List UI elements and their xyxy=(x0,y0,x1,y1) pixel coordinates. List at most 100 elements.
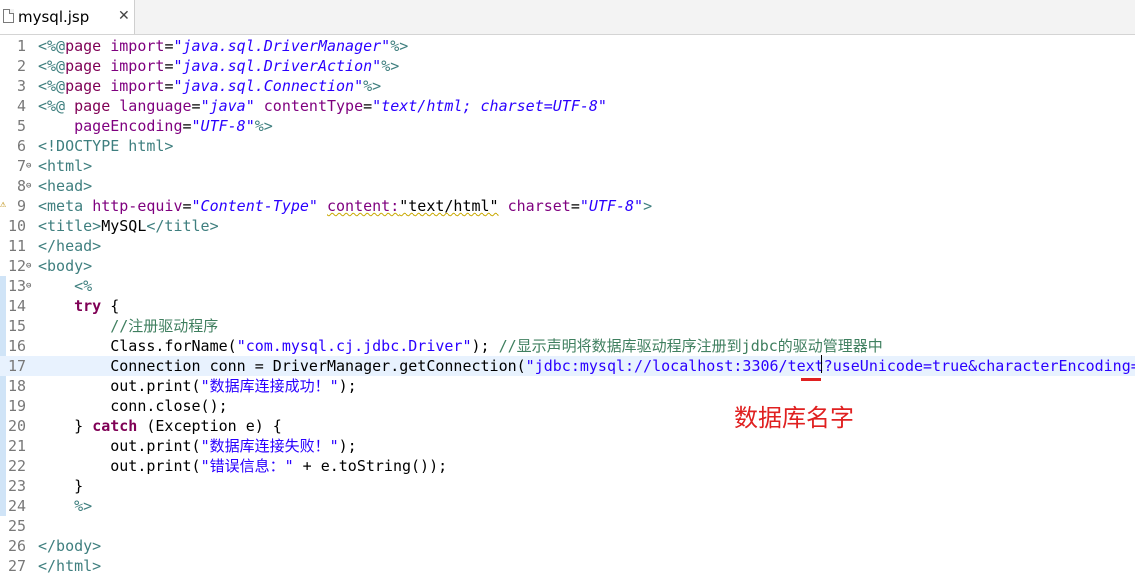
code-editor[interactable]: 1 <%@page import="java.sql.DriverManager"… xyxy=(0,34,1135,586)
code-line[interactable]: 13 ⊖ <% xyxy=(0,276,1135,296)
code-token: <%@ xyxy=(38,37,66,55)
code-token: //注册驱动程序 xyxy=(110,317,219,335)
code-text: Class.forName("com.mysql.cj.jdbc.Driver"… xyxy=(38,336,883,356)
code-line[interactable]: 25 xyxy=(0,516,1135,536)
code-text: out.print("错误信息：" + e.toString()); xyxy=(38,456,447,476)
code-token: <%@ xyxy=(38,77,66,95)
tab-mysql-jsp[interactable]: mysql.jsp ✕ xyxy=(0,0,135,34)
code-token: ); xyxy=(471,337,499,355)
text-caret xyxy=(821,355,822,373)
code-text: try { xyxy=(38,296,119,316)
code-token: page xyxy=(65,37,102,55)
code-token: out.print( xyxy=(38,457,201,475)
code-line[interactable]: 10 <title>MySQL</title> xyxy=(0,216,1135,236)
code-line[interactable]: 4 <%@ page language="java" contentType="t… xyxy=(0,96,1135,116)
code-text: <head> xyxy=(38,176,92,196)
code-token: out.print( xyxy=(38,437,201,455)
line-number: 22 xyxy=(7,457,26,475)
code-line[interactable]: 22 out.print("错误信息：" + e.toString()); xyxy=(0,456,1135,476)
code-token: import xyxy=(110,77,165,95)
code-line[interactable]: 14 try { xyxy=(0,296,1135,316)
code-token: import xyxy=(110,57,165,75)
code-token: } xyxy=(38,477,84,495)
code-token: </title> xyxy=(146,217,219,235)
line-number: 7 xyxy=(16,157,26,175)
code-text: </html> xyxy=(38,556,101,576)
code-line[interactable]: 23 } xyxy=(0,476,1135,496)
line-number: 1 xyxy=(16,37,26,55)
code-token: %> xyxy=(254,117,273,135)
code-line[interactable]: 16 Class.forName("com.mysql.cj.jdbc.Driv… xyxy=(0,336,1135,356)
code-line[interactable]: 19 conn.close(); xyxy=(0,396,1135,416)
code-line[interactable]: 27 </html> xyxy=(0,556,1135,576)
code-line[interactable]: 9 ⚠ <meta http-equiv="Content-Type" conten… xyxy=(0,196,1135,216)
code-token: <% xyxy=(74,277,93,295)
code-line[interactable]: 8 ⊖ <head> xyxy=(0,176,1135,196)
code-token: <%@ xyxy=(38,97,66,115)
code-text: <html> xyxy=(38,156,92,176)
fold-toggle-icon[interactable]: ⊖ xyxy=(26,281,31,291)
code-line[interactable]: 1 <%@page import="java.sql.DriverManager"… xyxy=(0,36,1135,56)
code-token: %> xyxy=(363,77,382,95)
warning-icon: ⚠ xyxy=(0,199,7,210)
code-token: = xyxy=(570,197,580,215)
code-token: "数据库连接成功！" xyxy=(200,377,339,395)
code-token: = xyxy=(191,97,201,115)
close-icon[interactable]: ✕ xyxy=(118,8,130,24)
code-line[interactable]: 12 ⊖ <body> xyxy=(0,256,1135,276)
fold-toggle-icon[interactable]: ⊖ xyxy=(26,261,31,271)
line-number: 17 xyxy=(7,357,26,375)
code-token: catch xyxy=(92,417,138,435)
code-line[interactable]: 18 out.print("数据库连接成功！"); xyxy=(0,376,1135,396)
line-number: 16 xyxy=(7,337,26,355)
code-token: = xyxy=(182,197,192,215)
code-token: <head> xyxy=(38,177,93,195)
code-token: "java" xyxy=(200,97,255,115)
code-token: %> xyxy=(390,37,409,55)
code-token: //显示声明将数据库驱动程序注册到jdbc的驱动管理器中 xyxy=(498,337,883,355)
code-token: > xyxy=(643,197,653,215)
line-number: 13 xyxy=(7,277,26,295)
code-line[interactable]: 2 <%@page import="java.sql.DriverAction"%… xyxy=(0,56,1135,76)
code-line[interactable]: 3 <%@page import="java.sql.Connection"%> xyxy=(0,76,1135,96)
line-number: 14 xyxy=(7,297,26,315)
line-number: 21 xyxy=(7,437,26,455)
code-text: out.print("数据库连接失败！"); xyxy=(38,436,356,456)
code-text: } catch (Exception e) { xyxy=(38,416,282,436)
fold-toggle-icon[interactable]: ⊖ xyxy=(26,181,31,191)
fold-toggle-icon[interactable]: ⊖ xyxy=(26,161,31,171)
code-text: Connection conn = DriverManager.getConne… xyxy=(38,356,1135,376)
code-token: <meta xyxy=(38,197,84,215)
code-text: <!DOCTYPE html> xyxy=(38,136,173,156)
code-token: "错误信息：" xyxy=(200,457,294,475)
code-line[interactable]: 20 } catch (Exception e) { xyxy=(0,416,1135,436)
code-text: //注册驱动程序 xyxy=(38,316,218,336)
code-line[interactable]: 24 %> xyxy=(0,496,1135,516)
code-text: conn.close(); xyxy=(38,396,227,416)
code-line[interactable]: 5 pageEncoding="UTF-8"%> xyxy=(0,116,1135,136)
code-token: "text/html; charset=UTF-8" xyxy=(372,97,607,115)
code-token: "jdbc:mysql://localhost:3306/text?useUni… xyxy=(525,357,1135,375)
code-line[interactable]: 11 </head> xyxy=(0,236,1135,256)
code-text: %> xyxy=(38,496,92,516)
code-token: language xyxy=(119,97,192,115)
code-token: ); xyxy=(338,377,357,395)
jsp-file-icon xyxy=(3,9,14,23)
code-line[interactable]: 7 ⊖ <html> xyxy=(0,156,1135,176)
line-number: 4 xyxy=(16,97,26,115)
code-token: = xyxy=(363,97,373,115)
code-text: <title>MySQL</title> xyxy=(38,216,219,236)
code-line[interactable]: 21 out.print("数据库连接失败！"); xyxy=(0,436,1135,456)
code-line[interactable]: 6 <!DOCTYPE html> xyxy=(0,136,1135,156)
line-number: 26 xyxy=(7,537,26,555)
code-line[interactable]: 15 //注册驱动程序 xyxy=(0,316,1135,336)
code-line[interactable]: 26 </body> xyxy=(0,536,1135,556)
code-line[interactable]: 17 Connection conn = DriverManager.getCo… xyxy=(0,356,1135,376)
code-token: "数据库连接失败！" xyxy=(200,437,339,455)
